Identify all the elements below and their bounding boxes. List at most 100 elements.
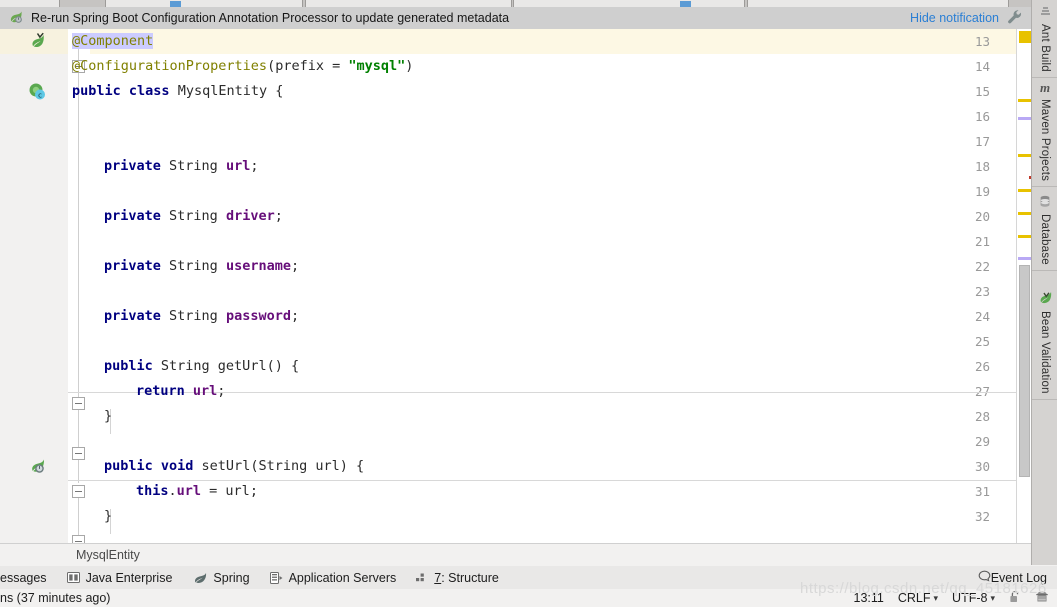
lock-open-icon[interactable] <box>1009 590 1021 606</box>
spring-config-icon[interactable] <box>28 457 47 479</box>
occurrence-stripe[interactable] <box>1018 257 1031 260</box>
brace-open: { <box>275 83 284 99</box>
warning-stripe[interactable] <box>1018 189 1031 192</box>
toolwindow-button-java-enterprise[interactable]: Java Enterprise <box>57 566 183 589</box>
hector-inspection-icon[interactable] <box>1035 590 1049 607</box>
toolwindow-button-messages[interactable]: essages <box>0 566 57 589</box>
line-separator-selector[interactable]: CRLF ▾ <box>898 591 938 605</box>
equals: = <box>324 58 349 74</box>
line-number: 18 <box>974 159 990 174</box>
warning-stripe[interactable] <box>1018 154 1031 157</box>
code-line-26[interactable]: public String getUrl() { <box>72 354 299 379</box>
field-url: url <box>225 158 251 174</box>
keyword-private: private <box>104 258 161 274</box>
occurrence-stripe[interactable] <box>1018 117 1031 120</box>
code-line-13[interactable]: @Component <box>72 29 154 54</box>
status-message: ns (37 minutes ago) <box>0 591 111 605</box>
keyword-class: class <box>128 83 170 99</box>
semicolon: ; <box>290 308 300 324</box>
code-line-24[interactable]: private String password; <box>72 304 299 329</box>
notification-bar: Re-run Spring Boot Configuration Annotat… <box>0 7 1031 30</box>
type-string: String <box>160 158 226 174</box>
toolwindow-button-application-servers[interactable]: Application Servers <box>260 566 407 589</box>
spring-leaf-icon <box>8 9 24 28</box>
code-line-28[interactable]: } <box>72 404 112 429</box>
database-icon <box>1039 195 1051 211</box>
error-stripe-marker-bar[interactable] <box>1016 29 1032 543</box>
keyword-return: return <box>136 383 185 399</box>
code-line-20[interactable]: private String driver; <box>72 204 283 229</box>
ant-build-icon <box>1039 5 1052 21</box>
code-line-27[interactable]: return url; <box>72 379 225 404</box>
line-number: 31 <box>974 484 990 499</box>
toolwindow-button-label: 7: Structure <box>434 570 499 585</box>
annotation-component: @Component <box>72 33 154 49</box>
toolwindow-tab-database[interactable]: Database <box>1032 190 1057 271</box>
warning-stripe[interactable] <box>1018 235 1031 238</box>
type-string: String <box>160 208 226 224</box>
code-line-32[interactable]: } <box>72 504 112 529</box>
class-c-icon[interactable]: c <box>28 82 47 104</box>
right-toolwindow-bar[interactable]: Ant Build m Maven Projects Database Bean… <box>1031 0 1057 565</box>
event-log-label: Event Log <box>990 570 1047 585</box>
hide-notification-group[interactable]: Hide notification <box>910 9 1031 28</box>
string-mysql: "mysql" <box>348 58 406 74</box>
field-url-ref: url <box>176 483 202 499</box>
breadcrumb[interactable]: MysqlEntity <box>0 543 1031 567</box>
type-string: String <box>160 258 226 274</box>
line-number: 21 <box>974 234 990 249</box>
encoding-selector[interactable]: UTF-8 ▾ <box>952 591 995 605</box>
class-name: MysqlEntity <box>169 83 276 99</box>
field-driver: driver <box>225 208 275 224</box>
hide-notification-link[interactable]: Hide notification <box>910 11 999 25</box>
line-number: 19 <box>974 184 990 199</box>
code-line-14[interactable]: @ConfigurationProperties(prefix = "mysql… <box>72 54 413 79</box>
toolwindow-button-spring[interactable]: Spring <box>182 566 259 589</box>
warning-stripe[interactable] <box>1018 99 1031 102</box>
line-number: 14 <box>974 59 990 74</box>
code-line-18[interactable]: private String url; <box>72 154 258 179</box>
line-number: 23 <box>974 284 990 299</box>
toolwindow-tab-maven-projects[interactable]: m Maven Projects <box>1032 75 1057 188</box>
breadcrumb-item-class[interactable]: MysqlEntity <box>76 548 140 562</box>
assignment: = url; <box>201 483 258 499</box>
line-number: 15 <box>974 84 990 99</box>
line-number: 24 <box>974 309 990 324</box>
toolwindow-button-label: essages <box>0 570 47 585</box>
toolwindow-label: Maven Projects <box>1039 99 1051 182</box>
code-line-31[interactable]: this.url = url; <box>72 479 258 504</box>
notification-message: Re-run Spring Boot Configuration Annotat… <box>31 11 510 25</box>
status-bar: ns (37 minutes ago) 13:11 CRLF ▾ UTF-8 ▾ <box>0 589 1057 607</box>
toolwindow-tab-bean-validation[interactable]: Bean Validation <box>1032 285 1057 400</box>
line-number: 13 <box>974 34 990 49</box>
event-log-icon <box>978 570 991 585</box>
line-number: 17 <box>974 134 990 149</box>
toolwindow-label: Ant Build <box>1039 24 1051 72</box>
warning-stripe[interactable] <box>1018 212 1031 215</box>
keyword-public: public <box>72 83 121 99</box>
line-number: 16 <box>974 109 990 124</box>
toolwindow-label: Bean Validation <box>1039 311 1051 394</box>
java-enterprise-icon <box>66 572 80 583</box>
code-editor[interactable]: 13 14 15 16 17 18 19 20 21 22 23 24 25 2… <box>0 29 1016 548</box>
toolwindow-tab-ant-build[interactable]: Ant Build <box>1032 0 1057 78</box>
paren-open: ( <box>267 58 276 74</box>
svg-text:c: c <box>38 92 42 100</box>
semicolon: ; <box>217 383 226 399</box>
wrench-icon[interactable] <box>1007 9 1023 28</box>
code-line-30[interactable]: public void setUrl(String url) { <box>72 454 364 479</box>
encoding-value: UTF-8 <box>952 591 988 605</box>
editor-scrollbar-thumb[interactable] <box>1019 265 1030 477</box>
inspection-status-square[interactable] <box>1019 31 1031 43</box>
toolwindow-button-label: Application Servers <box>288 570 397 585</box>
structure-icon <box>416 572 428 583</box>
semicolon: ; <box>274 208 283 224</box>
code-line-15[interactable]: public class MysqlEntity { <box>72 79 283 104</box>
toolwindow-button-structure[interactable]: 7: Structure <box>406 566 509 589</box>
code-line-22[interactable]: private String username; <box>72 254 299 279</box>
maven-m-icon: m <box>1039 80 1051 95</box>
event-log-button[interactable]: Event Log <box>978 570 1057 585</box>
toolwindow-label: Database <box>1039 214 1051 265</box>
spring-bean-checked-icon[interactable] <box>28 32 47 54</box>
bottom-toolwindow-bar[interactable]: essages Java Enterprise Spring Applicati… <box>0 566 1057 590</box>
